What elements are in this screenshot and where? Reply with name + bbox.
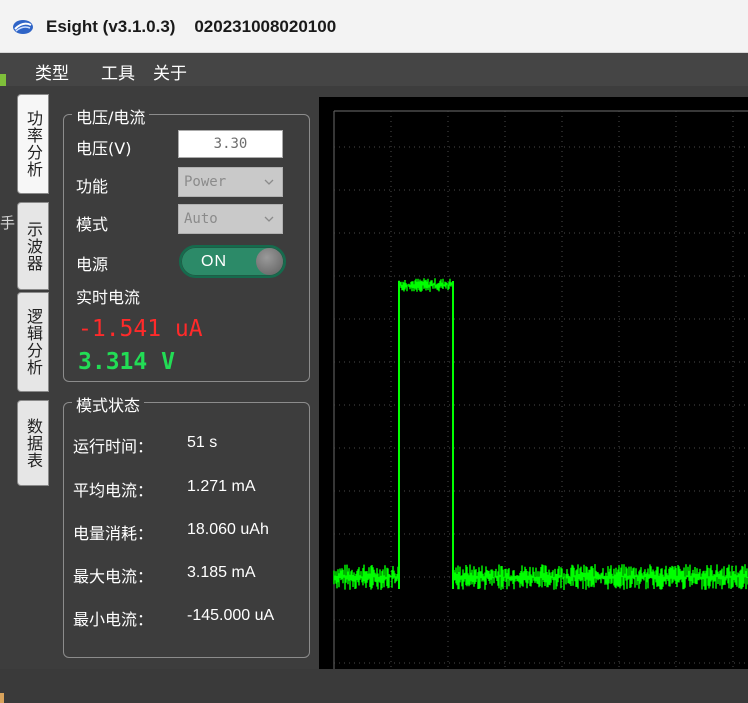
mode-select[interactable]: Auto (178, 204, 283, 234)
chevron-down-icon (264, 216, 274, 222)
function-select[interactable]: Power (178, 167, 283, 197)
voltage-current-title: 电压/电流 (72, 104, 150, 128)
tab-logic-analysis[interactable]: 逻辑分析 (17, 292, 49, 392)
function-label: 功能 (76, 177, 109, 196)
background-window-text: 手 (0, 214, 16, 232)
chevron-down-icon (264, 179, 274, 185)
current-reading: -1.541 uA (78, 316, 203, 342)
menu-bar: 类型 工具 关于 (0, 53, 748, 86)
menu-type[interactable]: 类型 (35, 59, 69, 84)
power-toggle[interactable]: ON (179, 245, 286, 278)
mode-status-title: 模式状态 (72, 392, 145, 416)
esight-logo-icon (13, 20, 33, 34)
max-current-value: 3.185 mA (187, 564, 256, 581)
toggle-knob[interactable] (256, 248, 283, 275)
mode-select-value: Auto (184, 211, 218, 227)
function-select-value: Power (184, 174, 227, 190)
menu-about[interactable]: 关于 (153, 59, 187, 84)
tab-data-table[interactable]: 数据表 (17, 400, 49, 486)
realtime-current-label: 实时电流 (76, 288, 141, 307)
tab-power-analysis[interactable]: 功率分析 (17, 94, 49, 194)
min-current-value: -145.000 uA (187, 607, 275, 624)
avg-current-value: 1.271 mA (187, 478, 256, 495)
tab-oscilloscope[interactable]: 示波器 (17, 202, 49, 290)
power-toggle-state: ON (201, 253, 227, 270)
min-current-label: 最小电流： (73, 610, 154, 629)
voltage-input[interactable]: 3.30 (178, 130, 283, 158)
runtime-value: 51 s (187, 434, 218, 451)
power-label: 电源 (76, 255, 109, 274)
max-current-label: 最大电流： (73, 567, 154, 586)
window-title: Esight (v3.1.0.3) 020231008020100 (46, 17, 337, 36)
menu-tools[interactable]: 工具 (101, 59, 135, 84)
waveform-canvas[interactable] (319, 97, 748, 669)
voltage-reading: 3.314 V (78, 349, 175, 375)
energy-label: 电量消耗： (73, 524, 154, 543)
mode-label: 模式 (76, 215, 109, 234)
avg-current-label: 平均电流： (73, 481, 154, 500)
background-window-edge-orange (0, 693, 4, 703)
energy-value: 18.060 uAh (187, 521, 269, 538)
waveform-display[interactable] (319, 97, 748, 669)
title-bar: Esight (v3.1.0.3) 020231008020100 (0, 0, 748, 53)
voltage-label: 电压(V) (76, 139, 132, 158)
work-area: 手 功率分析 示波器 逻辑分析 数据表 电压/电流 电压(V) 3.30 功能 … (0, 86, 748, 703)
runtime-label: 运行时间： (73, 437, 154, 456)
